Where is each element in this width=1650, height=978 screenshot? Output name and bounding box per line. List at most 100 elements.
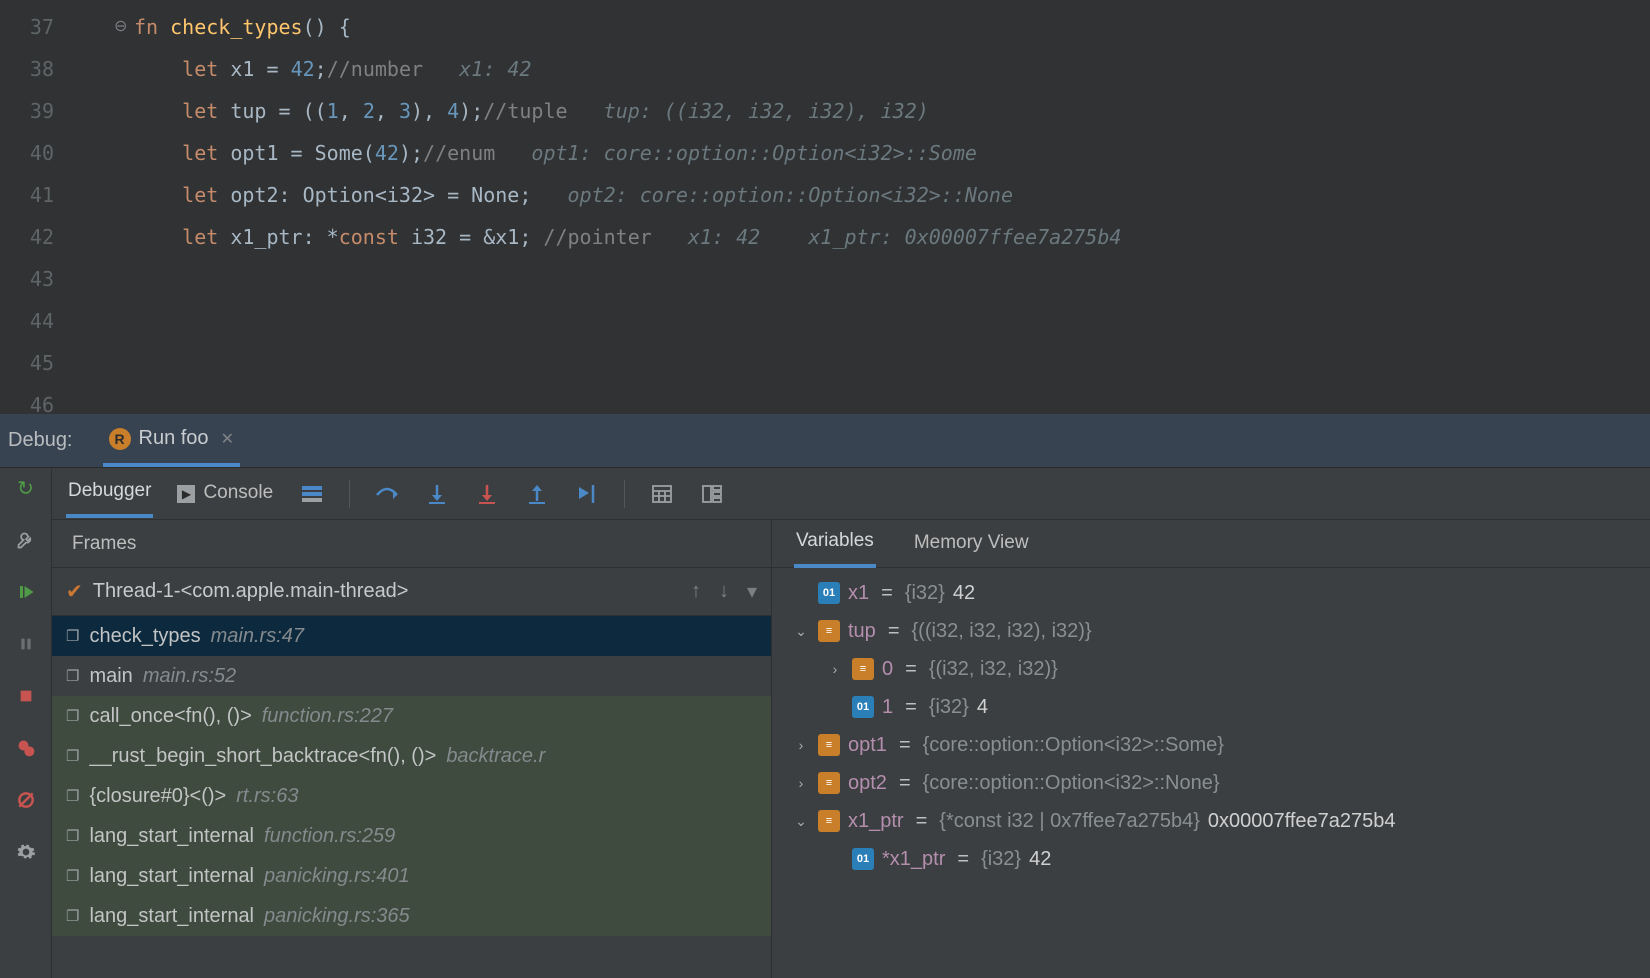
frames-pane: Frames ✔ Thread-1-<com.apple.main-thread… [52,520,772,978]
variable-name: opt1 [848,734,887,757]
frame-location: panicking.rs:401 [264,865,410,888]
frame-icon: ❐ [66,667,79,685]
variable-row[interactable]: ⌄≡ x1_ptr = {*const i32 | 0x7ffee7a275b4… [772,802,1650,840]
step-into-icon[interactable] [424,481,450,507]
rust-icon: R [109,428,131,450]
frame-name: lang_start_internal [89,825,254,848]
rerun-icon[interactable]: ↻ [14,476,38,500]
code-body[interactable]: fn check_types() { let x1 = 42;//number … [134,0,1650,414]
variables-tabs: Variables Memory View [772,520,1650,568]
step-over-icon[interactable] [374,481,400,507]
frame-icon: ❐ [66,827,79,845]
mute-breakpoints-icon[interactable] [14,788,38,812]
variable-row[interactable]: 01 1 = {i32} 4 [772,688,1650,726]
code-line[interactable]: fn check_types() { [134,6,1650,48]
equals: = [957,848,969,871]
thread-selector-row[interactable]: ✔ Thread-1-<com.apple.main-thread> ↑ ↓ ▾ [52,568,771,616]
frame-icon: ❐ [66,707,79,725]
code-editor[interactable]: 37383940414243444546 ⊖ fn check_types() … [0,0,1650,414]
variable-type: {core::option::Option<i32>::Some} [923,734,1224,757]
wrench-icon[interactable] [14,528,38,552]
variable-value: 42 [953,582,975,605]
chevron-right-icon[interactable]: › [792,737,810,753]
code-line[interactable]: let tup = ((1, 2, 3), 4);//tuple tup: ((… [134,90,1650,132]
chevron-right-icon[interactable]: › [826,661,844,677]
variable-row[interactable]: ›≡ opt2 = {core::option::Option<i32>::No… [772,764,1650,802]
fold-column: ⊖ [72,0,134,414]
code-line[interactable]: let opt2: Option<i32> = None; opt2: core… [134,174,1650,216]
equals: = [899,772,911,795]
variable-value: 4 [977,696,988,719]
frame-up-icon[interactable]: ↑ [691,580,701,603]
variable-value: 42 [1029,848,1051,871]
frame-name: {closure#0}<()> [89,785,226,808]
variable-type: {(i32, i32, i32)} [929,658,1058,681]
settings-icon[interactable] [14,840,38,864]
resume-icon[interactable] [14,580,38,604]
variable-row[interactable]: ›≡ 0 = {(i32, i32, i32)} [772,650,1650,688]
stack-frame-row[interactable]: ❐lang_start_internalpanicking.rs:365 [52,896,771,936]
code-line[interactable]: let x1 = 42;//number x1: 42 [134,48,1650,90]
debug-left-gutter: ↻ [0,468,52,978]
frame-name: check_types [89,625,200,648]
pause-icon[interactable] [14,632,38,656]
stack-frame-row[interactable]: ❐lang_start_internalpanicking.rs:401 [52,856,771,896]
stack-frame-row[interactable]: ❐mainmain.rs:52 [52,656,771,696]
variable-row[interactable]: 01 x1 = {i32} 42 [772,574,1650,612]
stack-frame-row[interactable]: ❐check_typesmain.rs:47 [52,616,771,656]
stack-frame-row[interactable]: ❐call_once<fn(), ()>function.rs:227 [52,696,771,736]
inlay-hint: x1: 42 [423,57,531,81]
variable-row[interactable]: ⌄≡ tup = {((i32, i32, i32), i32)} [772,612,1650,650]
frame-icon: ❐ [66,627,79,645]
variable-name: *x1_ptr [882,848,945,871]
memory-view-tab[interactable]: Memory View [912,522,1031,566]
layout-icon[interactable] [699,481,725,507]
equals: = [905,696,917,719]
code-line[interactable]: let opt1 = Some(42);//enum opt1: core::o… [134,132,1650,174]
struct-icon: ≡ [818,810,840,832]
inlay-hint: opt2: core::option::Option<i32>::None [531,183,1013,207]
chevron-down-icon[interactable]: ⌄ [792,813,810,830]
breakpoints-icon[interactable] [14,736,38,760]
variables-tree[interactable]: 01 x1 = {i32} 42⌄≡ tup = {((i32, i32, i3… [772,568,1650,978]
fold-start-icon[interactable]: ⊖ [114,6,127,48]
inlay-hint: opt1: core::option::Option<i32>::Some [495,141,977,165]
debug-tool-window: Debug: R Run foo ✕ ↻ [0,414,1650,978]
primitive-icon: 01 [852,696,874,718]
stack-frame-row[interactable]: ❐__rust_begin_short_backtrace<fn(), ()>b… [52,736,771,776]
debugger-tab[interactable]: Debugger [66,470,153,518]
variable-type: {((i32, i32, i32), i32)} [912,620,1092,643]
struct-icon: ≡ [818,772,840,794]
chevron-down-icon[interactable]: ⌄ [792,623,810,640]
close-icon[interactable]: ✕ [221,429,234,449]
console-tab[interactable]: Console [201,472,275,516]
variable-name: 0 [882,658,893,681]
equals: = [881,582,893,605]
struct-icon: ≡ [852,658,874,680]
force-step-into-icon[interactable] [474,481,500,507]
console-step-icon: ▶ [177,485,195,503]
chevron-right-icon[interactable]: › [792,775,810,791]
run-to-cursor-icon[interactable] [574,481,600,507]
code-line[interactable]: let x1_ptr: *const i32 = &x1; //pointer … [134,216,1650,258]
debug-label: Debug: [8,429,73,452]
frame-down-icon[interactable]: ↓ [719,580,729,603]
stack-frame-row[interactable]: ❐{closure#0}<()>rt.rs:63 [52,776,771,816]
variables-tab[interactable]: Variables [794,520,876,568]
variable-type: {i32} [905,582,945,605]
variable-row[interactable]: ›≡ opt1 = {core::option::Option<i32>::So… [772,726,1650,764]
primitive-icon: 01 [852,848,874,870]
variable-row[interactable]: 01 *x1_ptr = {i32} 42 [772,840,1650,878]
thread-dropdown-icon[interactable]: ▾ [747,579,757,604]
check-icon: ✔ [66,579,83,604]
step-out-icon[interactable] [524,481,550,507]
threads-icon[interactable] [299,481,325,507]
stop-icon[interactable] [14,684,38,708]
frame-name: lang_start_internal [89,905,254,928]
evaluate-expression-icon[interactable] [649,481,675,507]
inlay-hint: tup: ((i32, i32, i32), i32) [568,99,929,123]
frame-icon: ❐ [66,787,79,805]
run-configuration-tab[interactable]: R Run foo ✕ [103,414,240,467]
frame-list[interactable]: ❐check_typesmain.rs:47❐mainmain.rs:52❐ca… [52,616,771,978]
stack-frame-row[interactable]: ❐lang_start_internalfunction.rs:259 [52,816,771,856]
